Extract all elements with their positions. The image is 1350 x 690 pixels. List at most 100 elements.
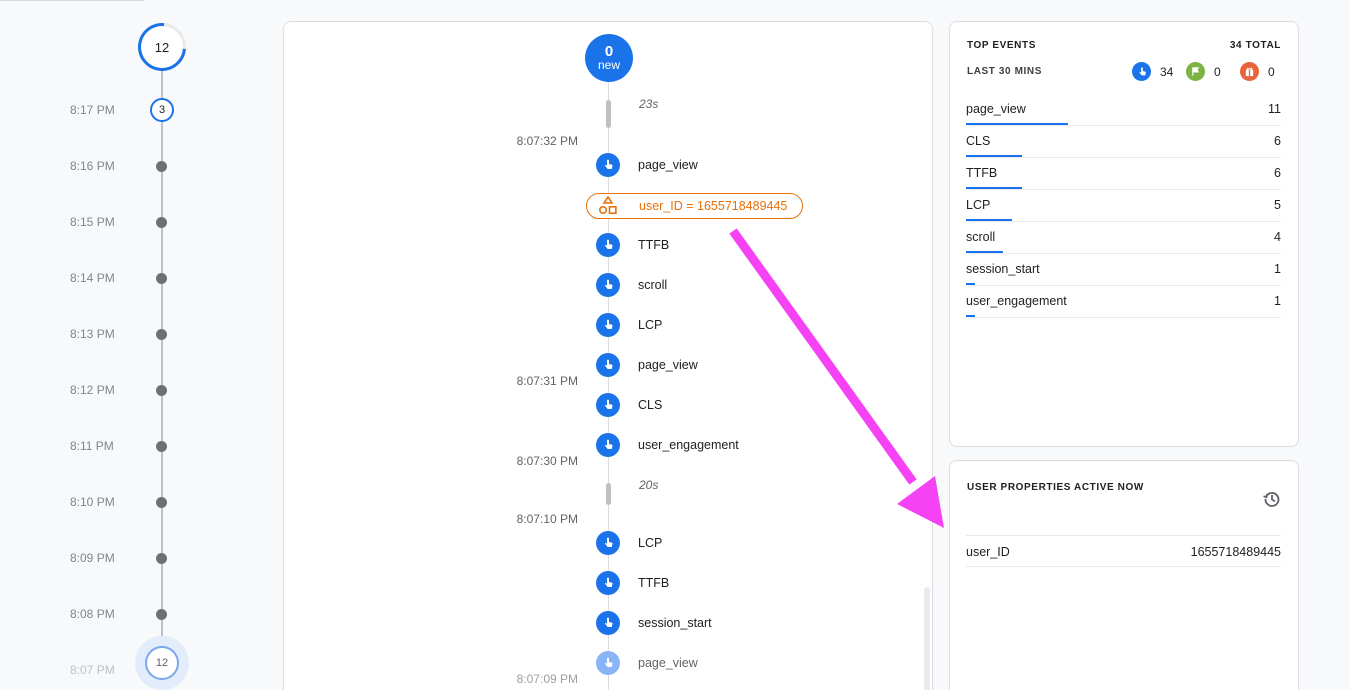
touch-icon bbox=[596, 353, 620, 377]
event-count: 5 bbox=[1274, 198, 1281, 212]
timestamp: 8:07:10 PM bbox=[516, 512, 578, 526]
property-value: 1655718489445 bbox=[1190, 545, 1281, 559]
event-row[interactable]: TTFB bbox=[596, 233, 896, 259]
event-row[interactable]: page_view bbox=[596, 353, 896, 379]
minutes-total-ring[interactable]: 12 bbox=[138, 23, 186, 71]
time-gap-label: 20s bbox=[639, 478, 659, 492]
event-row[interactable]: LCP bbox=[596, 531, 896, 557]
divider bbox=[0, 0, 144, 1]
shapes-icon bbox=[598, 196, 617, 215]
event-row[interactable]: LCP bbox=[596, 313, 896, 339]
timestamp: 8:07:32 PM bbox=[516, 134, 578, 148]
new-events-bubble[interactable]: 0 new bbox=[585, 34, 633, 82]
minute-label: 8:17 PM bbox=[70, 103, 115, 117]
minute-row[interactable]: 8:16 PM bbox=[0, 156, 260, 176]
event-row[interactable]: page_view bbox=[596, 153, 896, 179]
minute-dot[interactable] bbox=[156, 553, 167, 564]
event-stream-card: 0 new 23s 8:07:32 PM page_view user_ID =… bbox=[283, 21, 933, 690]
list-item[interactable]: page_view 11 bbox=[966, 94, 1281, 126]
touch-icon bbox=[596, 393, 620, 417]
event-count: 6 bbox=[1274, 166, 1281, 180]
touch-icon bbox=[596, 571, 620, 595]
list-item[interactable]: TTFB 6 bbox=[966, 158, 1281, 190]
touch-icon bbox=[596, 153, 620, 177]
event-row[interactable]: TTFB bbox=[596, 571, 896, 597]
property-key: user_ID bbox=[966, 545, 1010, 559]
period-label: LAST 30 MINS bbox=[967, 66, 1042, 77]
timestamp: 8:07:30 PM bbox=[516, 454, 578, 468]
event-name: session_start bbox=[638, 616, 712, 630]
user-property-pill[interactable]: user_ID = 1655718489445 bbox=[586, 193, 803, 219]
user-property-text: user_ID = 1655718489445 bbox=[639, 199, 788, 213]
minute-dot[interactable] bbox=[156, 441, 167, 452]
event-name: LCP bbox=[638, 536, 663, 550]
share-bar bbox=[966, 251, 1004, 253]
minute-row[interactable]: 8:09 PM bbox=[0, 548, 260, 568]
touch-icon bbox=[596, 611, 620, 635]
total-count: 34 TOTAL bbox=[1229, 40, 1281, 51]
list-item[interactable]: LCP 5 bbox=[966, 190, 1281, 222]
minute-row[interactable]: 8:12 PM bbox=[0, 380, 260, 400]
event-row[interactable]: page_view bbox=[596, 651, 896, 677]
event-name: scroll bbox=[966, 230, 996, 244]
gift-icon bbox=[1240, 62, 1259, 81]
time-gap-bar bbox=[606, 483, 611, 505]
share-bar bbox=[966, 155, 1022, 157]
event-row[interactable]: CLS bbox=[596, 393, 896, 419]
scrollbar[interactable] bbox=[924, 587, 930, 690]
share-bar bbox=[966, 219, 1013, 221]
share-bar bbox=[966, 123, 1068, 125]
minute-row[interactable]: 8:13 PM bbox=[0, 324, 260, 344]
user-property-row[interactable]: user_ID 1655718489445 bbox=[966, 535, 1281, 567]
event-count: 11 bbox=[1268, 102, 1281, 116]
touch-icon bbox=[596, 531, 620, 555]
minute-label: 8:12 PM bbox=[70, 383, 115, 397]
minute-label: 8:15 PM bbox=[70, 215, 115, 229]
minute-dot[interactable] bbox=[156, 609, 167, 620]
event-name: TTFB bbox=[966, 166, 998, 180]
event-name: user_engagement bbox=[966, 294, 1067, 308]
minute-row[interactable]: 8:15 PM bbox=[0, 212, 260, 232]
minute-row[interactable]: 8:14 PM bbox=[0, 268, 260, 288]
event-name: LCP bbox=[966, 198, 991, 212]
event-row[interactable]: session_start bbox=[596, 611, 896, 637]
event-name: CLS bbox=[638, 398, 663, 412]
time-gap-label: 23s bbox=[639, 97, 659, 111]
touch-icon bbox=[596, 233, 620, 257]
minute-dot[interactable] bbox=[156, 497, 167, 508]
event-name: page_view bbox=[638, 358, 698, 372]
event-row[interactable]: user_engagement bbox=[596, 433, 896, 459]
event-row[interactable]: scroll bbox=[596, 273, 896, 299]
timestamp: 8:07:31 PM bbox=[516, 374, 578, 388]
selected-minute-ring[interactable]: 12 bbox=[135, 636, 189, 690]
minute-row[interactable]: 8:11 PM bbox=[0, 436, 260, 456]
card-title: USER PROPERTIES ACTIVE NOW bbox=[967, 482, 1144, 493]
minute-dot[interactable] bbox=[156, 385, 167, 396]
minute-dot[interactable] bbox=[156, 217, 167, 228]
share-bar bbox=[966, 283, 976, 285]
time-gap-bar bbox=[606, 100, 611, 128]
list-item[interactable]: scroll 4 bbox=[966, 222, 1281, 254]
user-properties-card: USER PROPERTIES ACTIVE NOW user_ID 16557… bbox=[949, 460, 1299, 690]
list-item[interactable]: CLS 6 bbox=[966, 126, 1281, 158]
minute-row[interactable]: 8:08 PM bbox=[0, 604, 260, 624]
minute-count-badge: 12 bbox=[145, 646, 179, 680]
minute-label: 8:16 PM bbox=[70, 159, 115, 173]
minute-label: 8:13 PM bbox=[70, 327, 115, 341]
minute-row[interactable]: 8:17 PM 3 bbox=[0, 98, 260, 122]
minute-count-badge[interactable]: 3 bbox=[150, 98, 174, 122]
list-item[interactable]: session_start 1 bbox=[966, 254, 1281, 286]
flag-icon bbox=[1186, 62, 1205, 81]
minute-dot[interactable] bbox=[156, 273, 167, 284]
minute-dot[interactable] bbox=[156, 329, 167, 340]
touch-icon bbox=[596, 433, 620, 457]
event-name: session_start bbox=[966, 262, 1040, 276]
list-item[interactable]: user_engagement 1 bbox=[966, 286, 1281, 318]
history-icon[interactable] bbox=[1262, 489, 1282, 509]
touch-icon bbox=[596, 313, 620, 337]
event-name: CLS bbox=[966, 134, 991, 148]
minute-row[interactable]: 8:10 PM bbox=[0, 492, 260, 512]
card-title: TOP EVENTS bbox=[967, 40, 1036, 51]
minute-dot[interactable] bbox=[156, 161, 167, 172]
minute-row-selected[interactable]: 8:07 PM 12 bbox=[0, 636, 260, 690]
